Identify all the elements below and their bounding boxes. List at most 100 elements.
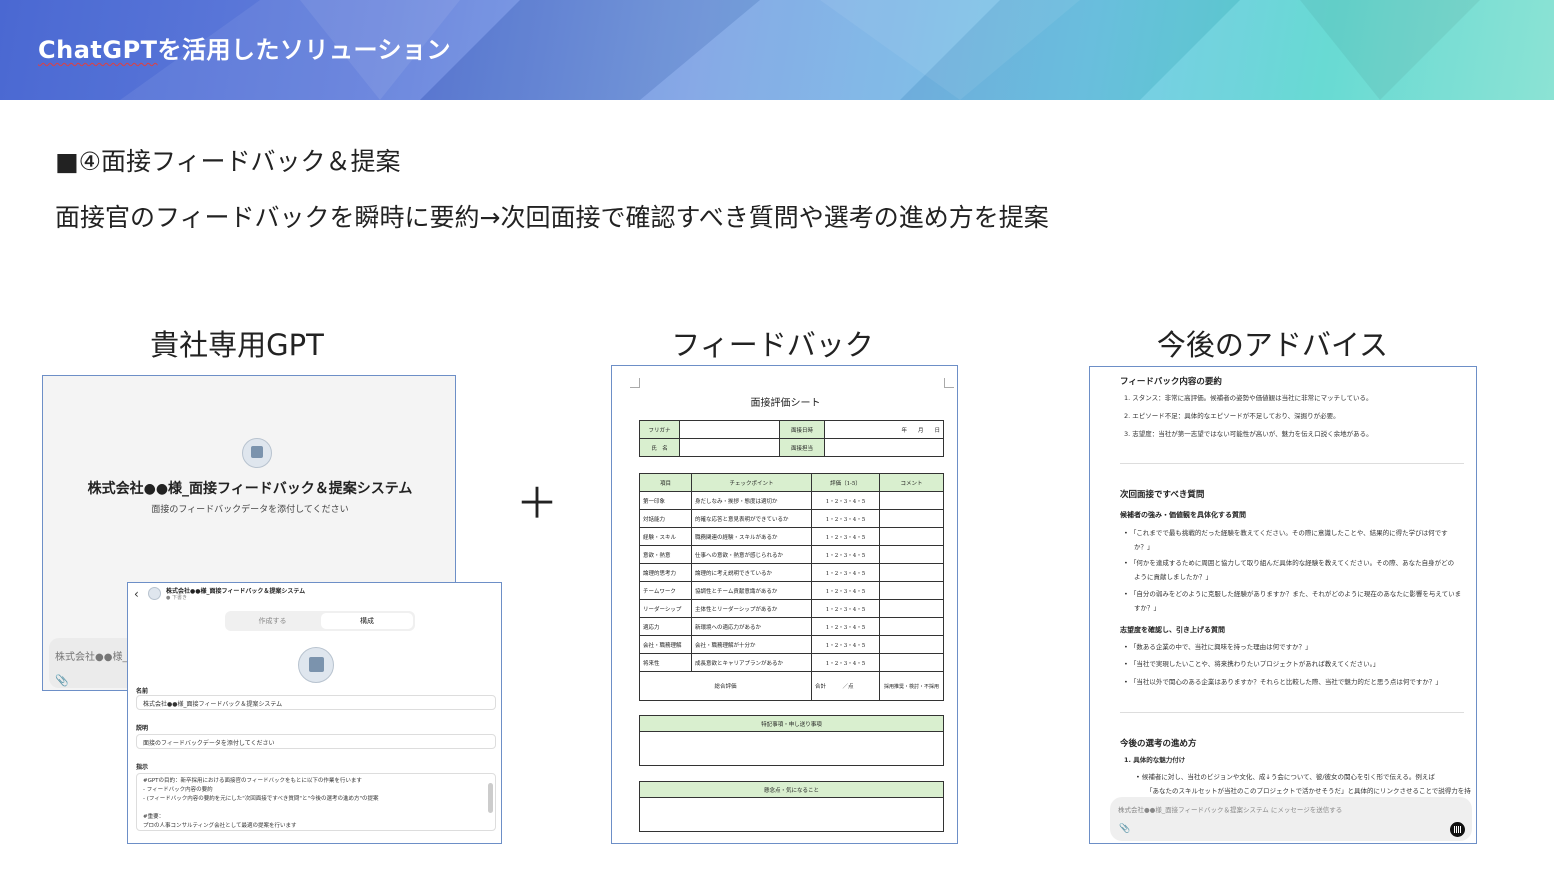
evaluation-score[interactable]: 1・2・3・4・5 [811,509,880,528]
evaluation-comment[interactable] [879,545,944,564]
column-title-gpt: 貴社専用GPT [150,328,324,362]
instructions-label: 指示 [136,764,149,771]
name-field[interactable]: 株式会社●●様_面接フィードバック＆提案システム [136,695,496,710]
divider [1120,463,1464,464]
concerns-header: 懸念点・気になること [640,782,943,798]
evaluation-comment[interactable] [879,509,944,528]
evaluation-checkpoint: 会社・職務理解が十分か [691,635,812,654]
column-title-feedback: フィードバック [671,328,874,362]
evaluation-item: リーダーシップ [639,599,692,618]
description-field[interactable]: 面接のフィードバックデータを添付してください [136,734,496,749]
evaluation-checkpoint: 論理的に考え説明できているか [691,563,812,582]
evaluation-score[interactable]: 1・2・3・4・5 [811,653,880,672]
q1-title: 候補者の強み・価値観を具体化する質問 [1120,511,1246,519]
paperclip-icon[interactable]: 📎 [1119,824,1130,834]
notes-header: 特記事項・申し送り事項 [640,716,943,732]
evaluation-item: 対話能力 [639,509,692,528]
evaluation-item: チームワーク [639,581,692,600]
tab-configure[interactable]: 構成 [321,613,413,629]
evaluation-checkpoint: 協調性とチーム貢献意識があるか [691,581,812,600]
banner-title: ChatGPTを活用したソリューション [38,30,451,65]
gpt-subtitle: 面接のフィードバックデータを添付してください [151,505,349,515]
evaluation-comment[interactable] [879,491,944,510]
total-table: 総合評価 合計 ／点 採用推奨・検討・不採用 [639,671,944,701]
evaluation-comment[interactable] [879,599,944,618]
evaluation-row: 将来性 成長意欲とキャリアプランがあるか 1・2・3・4・5 [639,653,944,672]
evaluation-comment[interactable] [879,527,944,546]
name-label: 名前 [136,688,149,695]
evaluation-score[interactable]: 1・2・3・4・5 [811,581,880,600]
q2-title: 志望度を確認し、引き上げる質問 [1120,626,1225,634]
evaluation-comment[interactable] [879,653,944,672]
q2-item: • 「当社で実現したいことや、将来携わりたいプロジェクトがあれば教えてください。… [1124,660,1380,668]
back-arrow-icon[interactable]: ‹ [134,587,139,601]
evaluation-item: 第一印象 [639,491,692,510]
evaluation-checkpoint: 職務関連の経験・スキルがあるか [691,527,812,546]
config-status: ● 下書き [166,595,187,601]
evaluation-row: 対話能力 的確な応答と意見表明ができているか 1・2・3・4・5 [639,509,944,528]
chat-input-placeholder: 株式会社●●様_面 [55,652,138,663]
tab-create[interactable]: 作成する [225,616,320,626]
applicant-info-table: フリガナ 面接日時 年 月 日 氏 名 面接担当 [639,420,944,457]
summary-title: フィードバック内容の要約 [1120,377,1222,387]
evaluation-row: リーダーシップ 主体性とリーダーシップがあるか 1・2・3・4・5 [639,599,944,618]
section-description: 面接官のフィードバックを瞬時に要約→次回面接で確認すべき質問や選考の進め方を提案 [55,203,1049,232]
page-corner-mark [944,378,954,388]
date-value[interactable]: 年 月 日 [824,420,944,439]
evaluation-score[interactable]: 1・2・3・4・5 [811,599,880,618]
q1-item: • 「何かを達成するために周囲と協力して取り組んだ具体的な経験を教えてください。… [1124,559,1455,567]
sum-label[interactable]: 合計 ／点 [811,671,880,701]
process-item: • 候補者に対し、当社のビジョンや文化、成↓う会について、彼/彼女の関心を引く形… [1136,773,1435,781]
evaluation-table: 項目 チェックポイント 評価（1-5） コメント 第一印象 身だしなみ・挨拶・態度… [639,473,944,672]
summary-item: 3. 志望度：当社が第一志望ではない可能性が高いが、魅力を伝え口説く余地がある。 [1124,430,1373,438]
interviewer-value[interactable] [824,438,944,457]
paperclip-icon[interactable]: 📎 [55,674,69,687]
section-heading: ■④面接フィードバック＆提案 [55,147,401,176]
evaluation-score[interactable]: 1・2・3・4・5 [811,563,880,582]
banner-title-rest: を活用したソリューション [157,36,452,64]
furigana-value[interactable] [679,420,780,439]
instruction-line: #重要： [143,814,165,820]
evaluation-row: 適応力 新環境への適応力があるか 1・2・3・4・5 [639,617,944,636]
gpt-config-avatar[interactable] [298,647,334,683]
scrollbar[interactable] [488,783,493,813]
summary-item: 1. スタンス：非常に高評価。候補者の姿勢や価値観は当社に非常にマッチしている。 [1124,394,1373,402]
voice-icon[interactable] [1450,822,1465,837]
evaluation-comment[interactable] [879,635,944,654]
evaluation-comment[interactable] [879,563,944,582]
concerns-box[interactable]: 懸念点・気になること [639,781,944,832]
name-label: 氏 名 [639,438,680,457]
evaluation-row: 意欲・熱意 仕事への意欲・熱意が感じられるか 1・2・3・4・5 [639,545,944,564]
date-label: 面接日時 [779,420,825,439]
q1-item: • 「これまでで最も挑戦的だった経験を教えてください。その際に意識したことや、結… [1124,529,1448,537]
evaluation-score[interactable]: 1・2・3・4・5 [811,635,880,654]
notes-box[interactable]: 特記事項・申し送り事項 [639,715,944,766]
evaluation-comment[interactable] [879,581,944,600]
message-placeholder: 株式会社●●様_面接フィードバック＆提案システム にメッセージを送信する [1118,806,1343,814]
header-comment: コメント [879,473,944,492]
name-value[interactable] [679,438,780,457]
evaluation-score[interactable]: 1・2・3・4・5 [811,545,880,564]
evaluation-score[interactable]: 1・2・3・4・5 [811,527,880,546]
decision-label[interactable]: 採用推奨・検討・不採用 [879,671,944,701]
evaluation-row: 第一印象 身だしなみ・挨拶・態度は適切か 1・2・3・4・5 [639,491,944,510]
evaluation-score[interactable]: 1・2・3・4・5 [811,617,880,636]
banner-title-brand: ChatGPT [38,36,158,64]
evaluation-item: 会社・職務理解 [639,635,692,654]
instructions-field[interactable]: #GPTの目的：新卒採用における面接官のフィードバックをもとに以下の作業を行いま… [136,773,496,831]
evaluation-row: 論理的思考力 論理的に考え説明できているか 1・2・3・4・5 [639,563,944,582]
instruction-line: - フィードバック内容の要約 [143,787,213,793]
evaluation-row: 会社・職務理解 会社・職務理解が十分か 1・2・3・4・5 [639,635,944,654]
evaluation-comment[interactable] [879,617,944,636]
process-subtitle: 1. 具体的な魅力付け [1124,756,1186,764]
evaluation-checkpoint: 成長意欲とキャリアプランがあるか [691,653,812,672]
instruction-line: #GPTの目的：新卒採用における面接官のフィードバックをもとに以下の作業を行いま… [143,778,362,784]
instruction-line [143,804,489,813]
evaluation-score[interactable]: 1・2・3・4・5 [811,491,880,510]
evaluation-row: チームワーク 協調性とチーム貢献意識があるか 1・2・3・4・5 [639,581,944,600]
sheet-title: 面接評価シート [750,398,821,409]
evaluation-item: 意欲・熱意 [639,545,692,564]
advice-screenshot: フィードバック内容の要約 1. スタンス：非常に高評価。候補者の姿勢や価値観は当… [1089,366,1477,844]
q2-item: • 「数ある企業の中で、当社に興味を持った理由は何ですか？」 [1124,643,1312,651]
instruction-line: - (フィードバック内容の要約を元にした"次回面接ですべき質問"と"今後の選考の… [143,796,379,802]
